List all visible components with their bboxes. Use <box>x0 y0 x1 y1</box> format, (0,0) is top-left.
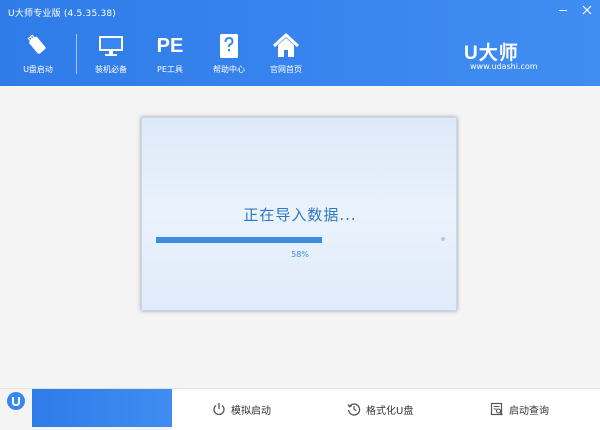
brand-name: U大师 <box>464 43 519 64</box>
main-area: 正在导入数据... 58% <box>0 86 600 388</box>
brand-logo: U大师 www.udashi.com <box>464 38 544 74</box>
brand-url: www.udashi.com <box>470 62 538 71</box>
boot-query-label: 启动查询 <box>509 405 549 417</box>
import-progress-dialog: 正在导入数据... 58% <box>141 117 457 311</box>
monitor-icon <box>96 32 126 60</box>
nav-label: 装机必备 <box>95 65 127 74</box>
format-usb-button[interactable]: 格式化U盘 <box>346 399 413 419</box>
nav-label: U盘启动 <box>23 65 53 74</box>
usb-drive-icon <box>23 32 53 60</box>
home-icon <box>271 32 301 60</box>
nav-install-essentials[interactable]: 装机必备 <box>81 32 141 82</box>
pe-text-icon: PE <box>155 32 185 60</box>
footer-blue-block <box>32 389 172 427</box>
footer-bar: 模拟启动 格式化U盘 启动查询 <box>0 388 600 430</box>
nav-divider <box>76 34 77 74</box>
dialog-title: 正在导入数据... <box>243 206 357 224</box>
nav-homepage[interactable]: 官网首页 <box>256 32 316 82</box>
nav-label: 帮助中心 <box>213 65 245 74</box>
nav-label: 官网首页 <box>270 65 302 74</box>
window-title: U大师专业版 (4.5.35.38) <box>8 9 117 19</box>
app-header: U大师专业版 (4.5.35.38) U盘启动 装机必备 PE PE工具 帮助中… <box>0 0 600 86</box>
progress-end-dot <box>441 237 445 241</box>
nav-label: PE工具 <box>157 65 183 74</box>
progress-fill <box>156 237 322 243</box>
format-usb-label: 格式化U盘 <box>366 405 414 417</box>
udashi-logo-icon <box>7 392 25 410</box>
footer-left-panel <box>0 389 172 430</box>
pe-icon-text: PE <box>156 34 184 57</box>
progress-percent: 58% <box>291 250 309 259</box>
close-button[interactable] <box>576 2 598 18</box>
help-question-icon <box>214 32 244 60</box>
simulate-boot-button[interactable]: 模拟启动 <box>211 399 271 419</box>
progress-bar <box>156 237 443 243</box>
nav-help-center[interactable]: 帮助中心 <box>199 32 259 82</box>
history-icon <box>346 401 362 417</box>
nav-usb-boot[interactable]: U盘启动 <box>8 32 68 82</box>
minimize-button[interactable] <box>552 2 574 18</box>
simulate-boot-label: 模拟启动 <box>231 405 271 417</box>
nav-pe-tools[interactable]: PE PE工具 <box>140 32 200 82</box>
boot-query-button[interactable]: 启动查询 <box>489 399 549 419</box>
minimize-icon <box>559 10 567 11</box>
close-icon <box>582 5 592 15</box>
power-icon <box>211 401 227 417</box>
search-document-icon <box>489 401 505 417</box>
